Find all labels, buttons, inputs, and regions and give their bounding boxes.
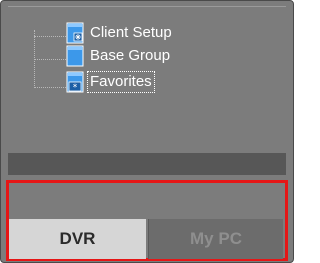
tree-item-favorites[interactable]: * Favorites (64, 71, 155, 93)
tab-my-pc[interactable]: My PC (148, 219, 283, 259)
svg-text:*: * (73, 83, 78, 93)
client-setup-icon (66, 22, 84, 44)
tab-dvr[interactable]: DVR (9, 219, 146, 259)
tree-item-client-setup[interactable]: Client Setup (64, 22, 174, 44)
tree-label-client-setup[interactable]: Client Setup (88, 23, 174, 43)
tree-connector (34, 59, 66, 60)
favorites-icon: * (66, 71, 84, 93)
tree-connector (34, 87, 66, 88)
tree-label-favorites[interactable]: Favorites (87, 71, 155, 93)
tree-view[interactable]: Client Setup Base Group * Favorites (8, 7, 286, 153)
folder-icon (66, 45, 84, 67)
tree-connector (34, 36, 66, 37)
tree-label-base-group[interactable]: Base Group (88, 46, 172, 66)
tree-item-base-group[interactable]: Base Group (64, 45, 172, 67)
tree-panel-footer (8, 153, 286, 175)
